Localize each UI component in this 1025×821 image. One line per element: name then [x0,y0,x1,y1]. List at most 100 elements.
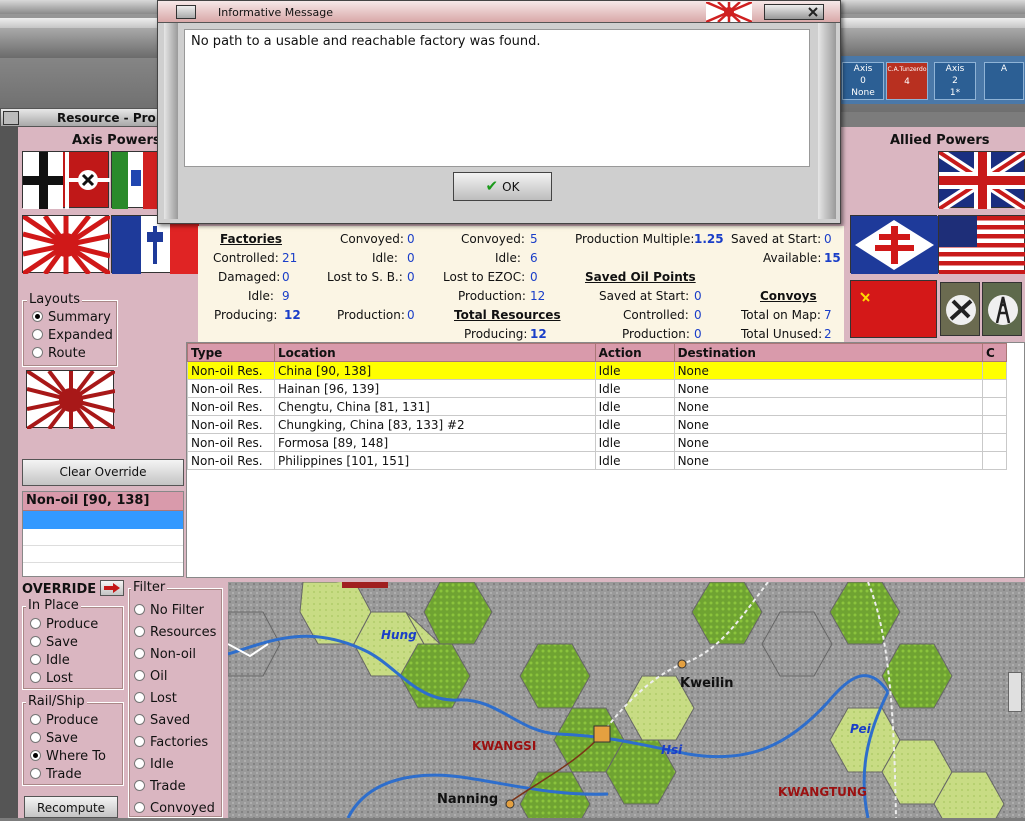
in-place-lost-radio[interactable]: Lost [30,671,73,686]
table-cell: China [90, 138] [273,361,596,380]
in-place-produce-radio[interactable]: Produce [30,617,98,632]
unit-counter[interactable]: Axis 0 None [842,62,884,100]
column-header-destination[interactable]: Destination [673,343,983,362]
rising-sun-icon [21,213,112,277]
table-cell: Idle [594,397,675,416]
filter-oil-radio[interactable]: Oil [134,669,167,684]
free-france-flag[interactable] [850,215,938,274]
close-icon[interactable] [3,111,19,125]
clear-override-button[interactable]: Clear Override [22,459,184,486]
column-header-action[interactable]: Action [594,343,675,362]
resources-grid[interactable]: Type Location Action Destination C Non-o… [186,342,1025,578]
list-item[interactable] [23,511,183,529]
layouts-label: Layouts [27,292,82,307]
unit-counter[interactable]: C.A.Tunzerdo 4 [886,62,928,100]
hex-terrain-map [227,579,1025,821]
table-cell: Philippines [101, 151] [273,451,596,470]
convoys-header: Convoys [760,289,817,303]
table-row[interactable]: Non-oil Res. Chungking, China [83, 133] #… [187,415,1008,434]
italy-flag[interactable] [111,151,159,209]
map-scrollbar[interactable] [1008,672,1022,712]
table-cell: Idle [594,451,675,470]
filter-lost-radio[interactable]: Lost [134,691,177,706]
in-place-idle-radio[interactable]: Idle [30,653,70,668]
dialog-titlebar[interactable]: Informative Message [158,1,840,23]
river-label: Pei [850,722,871,736]
filter-resources-radio[interactable]: Resources [134,625,216,640]
table-cell: None [673,433,983,452]
table-cell: Chengtu, China [81, 131] [273,397,596,416]
table-row[interactable]: Non-oil Res. Formosa [89, 148] Idle None [187,433,1008,452]
stat-value: 0 [407,251,415,265]
filter-no-filter-radio[interactable]: No Filter [134,603,204,618]
filter-non-oil-radio[interactable]: Non-oil [134,647,196,662]
table-cell: None [673,451,983,470]
rail-ship-trade-radio[interactable]: Trade [30,767,82,782]
stat-value: 0 [530,270,538,284]
layout-summary-radio[interactable]: Summary [32,310,111,325]
in-place-save-radio[interactable]: Save [30,635,78,650]
column-header-location[interactable]: Location [273,343,596,362]
stat-value: 0 [407,232,415,246]
filter-label: Filter [131,580,168,595]
list-item[interactable] [23,529,183,546]
filter-convoyed-radio[interactable]: Convoyed [134,801,215,816]
ok-button[interactable]: ✔ OK [453,172,552,201]
saved-oil-header: Saved Oil Points [585,270,696,284]
uk-flag[interactable] [936,147,1025,214]
dialog-right-frame [818,23,836,219]
usa-flag-icon [939,216,1025,274]
unit-counter[interactable]: Axis 2 1* [934,62,976,100]
column-header-c[interactable]: C [981,343,1008,362]
city-label: Kweilin [680,676,734,691]
rail-ship-label: Rail/Ship [26,694,87,709]
filter-factories-radio[interactable]: Factories [134,735,208,750]
dialog-title: Informative Message [218,6,333,19]
dialog-menu-icon[interactable] [176,5,196,19]
list-item[interactable] [23,546,183,563]
oil-icon-button[interactable] [982,282,1022,336]
filter-saved-radio[interactable]: Saved [134,713,190,728]
table-cell: Non-oil Res. [187,451,275,470]
hex-map[interactable]: Hung Kweilin KWANGSI Hsi Pei Nanning KWA… [227,579,1025,821]
window-left-edge [0,127,18,818]
table-row[interactable]: Non-oil Res. Chengtu, China [81, 131] Idle… [187,397,1008,416]
stat-label: Production: [337,308,405,322]
resource-window-titlebar[interactable]: Resource - Pro [0,108,170,127]
recompute-button[interactable]: Recompute [24,796,118,818]
filter-idle-radio[interactable]: Idle [134,757,174,772]
table-cell: Hainan [96, 139] [273,379,596,398]
stat-value: 0 [694,289,702,303]
table-cell [981,379,1008,398]
rail-ship-where-to-radio[interactable]: Where To [30,749,106,764]
ussr-flag[interactable] [850,280,937,338]
stat-label: Production Multiple: [575,232,695,246]
resource-icon-button[interactable] [940,282,980,336]
germany-flag[interactable] [22,151,110,209]
layout-expanded-radio[interactable]: Expanded [32,328,113,343]
unit-counter[interactable]: A [984,62,1024,100]
oil-derrick-icon [988,295,1018,325]
stat-label: Saved at Start: [599,289,690,303]
rail-ship-produce-radio[interactable]: Produce [30,713,98,728]
column-header-type[interactable]: Type [187,343,275,362]
japan-flag[interactable] [21,213,112,277]
dialog-close-button[interactable] [764,4,824,20]
stat-label: Idle: [495,251,521,265]
usa-flag[interactable] [938,215,1025,274]
stat-value: 15 [824,251,841,265]
window-title: Resource - Pro [57,111,156,125]
table-cell: Non-oil Res. [187,415,275,434]
table-cell: Idle [594,415,675,434]
table-row[interactable]: Non-oil Res. Hainan [96, 139] Idle None [187,379,1008,398]
dialog-message: No path to a usable and reachable factor… [184,29,810,167]
selected-resource-list[interactable]: Non-oil [90, 138] [22,491,184,577]
override-arrow-button[interactable] [100,580,124,596]
filter-trade-radio[interactable]: Trade [134,779,186,794]
table-row[interactable]: Non-oil Res. Philippines [101, 151] Idle No… [187,451,1008,470]
stat-label: Controlled: [213,251,279,265]
table-row[interactable]: Non-oil Res. China [90, 138] Idle None [187,361,1008,380]
rail-ship-save-radio[interactable]: Save [30,731,78,746]
stat-value: 21 [282,251,298,265]
layout-route-radio[interactable]: Route [32,346,86,361]
